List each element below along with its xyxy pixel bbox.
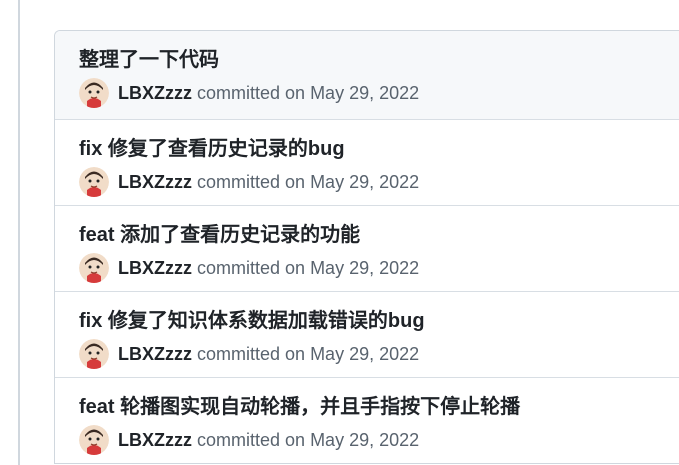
- commit-action-text: committed: [197, 343, 281, 364]
- commit-date: May 29, 2022: [310, 429, 420, 450]
- commit-on-text: on: [285, 82, 306, 103]
- commit-action-text: committed: [197, 257, 281, 278]
- commit-list: 整理了一下代码 LBXZzzz committed on May 29, 202…: [54, 30, 679, 464]
- commit-action-text: committed: [197, 82, 281, 103]
- commit-message[interactable]: feat 添加了查看历史记录的功能: [79, 222, 679, 248]
- commit-date: May 29, 2022: [310, 171, 420, 192]
- commit-message[interactable]: fix 修复了知识体系数据加载错误的bug: [79, 308, 679, 334]
- commit-author-link[interactable]: LBXZzzz: [118, 172, 192, 193]
- commit-row: fix 修复了知识体系数据加载错误的bug LBXZzzz committed …: [55, 291, 679, 377]
- timeline-line: [18, 0, 20, 465]
- commit-row: 整理了一下代码 LBXZzzz committed on May 29, 202…: [55, 31, 679, 119]
- commit-row: feat 轮播图实现自动轮播，并且手指按下停止轮播 LBXZzzz commit…: [55, 377, 679, 463]
- commit-message[interactable]: fix 修复了查看历史记录的bug: [79, 136, 679, 162]
- commit-history-page: 整理了一下代码 LBXZzzz committed on May 29, 202…: [0, 0, 679, 465]
- commit-action-text: committed: [197, 429, 281, 450]
- commit-action-text: committed: [197, 171, 281, 192]
- commit-date: May 29, 2022: [310, 343, 420, 364]
- commit-on-text: on: [285, 171, 306, 192]
- commit-message[interactable]: 整理了一下代码: [79, 47, 679, 73]
- commit-date: May 29, 2022: [310, 82, 420, 103]
- commit-meta: LBXZzzz committed on May 29, 2022: [79, 424, 679, 456]
- commit-author-link[interactable]: LBXZzzz: [118, 344, 192, 365]
- commit-author-link[interactable]: LBXZzzz: [118, 430, 192, 451]
- avatar[interactable]: [79, 425, 109, 455]
- commit-author-link[interactable]: LBXZzzz: [118, 83, 192, 104]
- commit-on-text: on: [285, 429, 306, 450]
- commit-meta: LBXZzzz committed on May 29, 2022: [79, 77, 679, 109]
- avatar[interactable]: [79, 78, 109, 108]
- commit-on-text: on: [285, 257, 306, 278]
- avatar[interactable]: [79, 339, 109, 369]
- commit-date: May 29, 2022: [310, 257, 420, 278]
- avatar[interactable]: [79, 253, 109, 283]
- commit-meta: LBXZzzz committed on May 29, 2022: [79, 338, 679, 370]
- avatar[interactable]: [79, 167, 109, 197]
- commit-author-link[interactable]: LBXZzzz: [118, 258, 192, 279]
- commit-meta: LBXZzzz committed on May 29, 2022: [79, 252, 679, 284]
- commit-message[interactable]: feat 轮播图实现自动轮播，并且手指按下停止轮播: [79, 394, 679, 420]
- commit-meta: LBXZzzz committed on May 29, 2022: [79, 166, 679, 198]
- commit-on-text: on: [285, 343, 306, 364]
- commit-row: feat 添加了查看历史记录的功能 LBXZzzz committed on M…: [55, 205, 679, 291]
- commit-row: fix 修复了查看历史记录的bug LBXZzzz committed on M…: [55, 119, 679, 205]
